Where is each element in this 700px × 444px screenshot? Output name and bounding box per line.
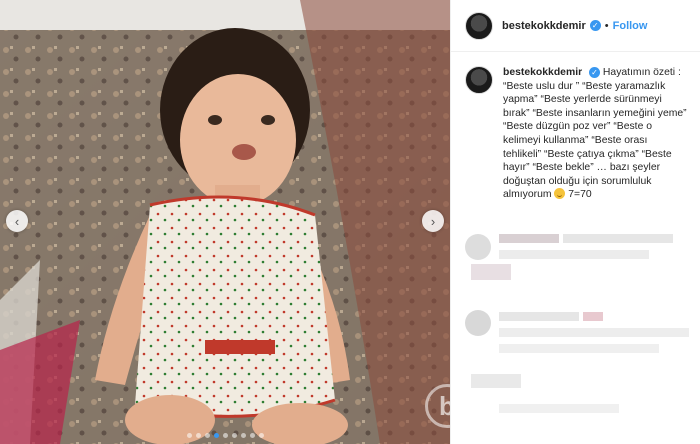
comment-blurred [499, 404, 619, 413]
carousel-dot [213, 433, 219, 438]
username-link[interactable]: bestekokkdemir [502, 20, 586, 32]
comments-section-blurred [451, 214, 700, 444]
carousel-dot [258, 433, 264, 438]
carousel-dot [195, 433, 201, 438]
chevron-right-icon: › [430, 213, 436, 229]
caption-row: bestekokkdemir ✓ Hayatımın özeti : “Best… [451, 52, 700, 202]
comment-avatar-blurred [465, 310, 491, 336]
comment-blurred [499, 234, 559, 243]
comment-blurred [563, 234, 673, 243]
verified-badge-icon: ✓ [589, 20, 601, 31]
comment-blurred [499, 312, 579, 321]
post-side-panel: bestekokkdemir ✓ • Follow bestekokkdemir… [450, 0, 700, 444]
caption-verified-badge-icon: ✓ [589, 67, 601, 79]
caption-text: bestekokkdemir ✓ Hayatımın özeti : “Best… [503, 66, 687, 202]
carousel-dot [186, 433, 192, 438]
carousel-dot [240, 433, 246, 438]
comment-blurred [499, 344, 659, 353]
comment-avatar-blurred [465, 234, 491, 260]
comment-blurred [583, 312, 603, 321]
caption-tail: 7=70 [568, 189, 592, 201]
comment-blurred [471, 374, 521, 388]
carousel-dot [204, 433, 210, 438]
comment-blurred [499, 250, 649, 259]
avatar[interactable] [465, 11, 493, 40]
carousel-next-button[interactable]: › [422, 210, 444, 232]
carousel-prev-button[interactable]: ‹ [6, 210, 28, 232]
follow-button[interactable]: Follow [613, 20, 648, 32]
caption-username-link[interactable]: bestekokkdemir [503, 67, 582, 78]
comment-blurred [471, 264, 511, 280]
caption-body: Hayatımın özeti : “Beste uslu dur ” “Bes… [503, 67, 687, 201]
carousel-dot [249, 433, 255, 438]
post-photo: ‹ › b [0, 0, 450, 444]
carousel-dot [231, 433, 237, 438]
caption-avatar[interactable] [465, 66, 493, 94]
photo-image [0, 0, 450, 444]
post-header: bestekokkdemir ✓ • Follow [451, 0, 700, 52]
carousel-dot [222, 433, 228, 438]
separator-dot: • [604, 19, 609, 32]
smiley-emoji-icon [554, 188, 566, 200]
watermark-icon: b [439, 390, 450, 421]
chevron-left-icon: ‹ [14, 213, 20, 229]
carousel-indicator [0, 433, 450, 438]
comment-blurred [499, 328, 689, 337]
